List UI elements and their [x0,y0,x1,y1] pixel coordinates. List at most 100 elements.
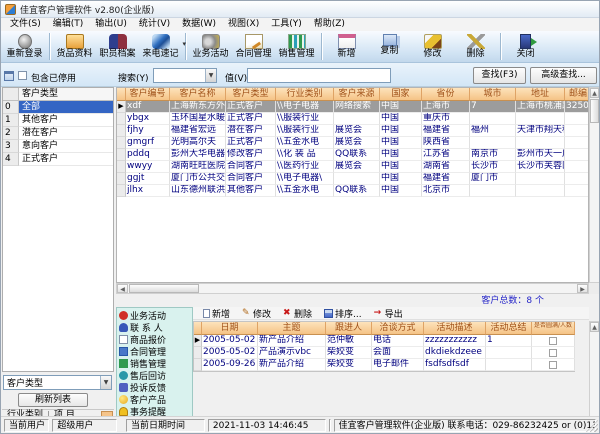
toolbar-button-call[interactable]: 来电速记▾ [139,32,182,62]
menu-item[interactable]: 帮助(Z) [308,18,351,31]
menu-item[interactable]: 数据(W) [176,18,222,31]
column-header[interactable]: 省份 [422,88,470,101]
toolbar-button-relogin[interactable]: 重新登录 [3,32,46,62]
column-header[interactable]: 活动总结 [486,322,532,335]
menu-item[interactable]: 统计(V) [133,18,176,31]
chevron-down-icon[interactable]: ▼ [100,376,111,389]
toolbar-button-sales[interactable]: 销售管理 [275,32,318,62]
sales-icon [288,34,306,49]
toolbar-button-activity[interactable]: 业务活动 [189,32,232,62]
activity-toolbar-button[interactable]: 删除 [283,307,312,320]
activity-table-vscrollbar[interactable]: ▲ [589,321,600,417]
table-row[interactable]: pddq彭州大华电器修改客户\\化 装 品QQ联系中国江苏省南京市彭州市天一广 [117,149,588,161]
scrollbar-track[interactable] [200,284,577,293]
toolbar-button-contract[interactable]: 合同管理 [232,32,275,62]
column-header[interactable]: 洽谈方式 [372,322,424,335]
table-cell: 2005-05-02 [202,347,258,359]
grid-view-icon[interactable] [4,71,14,81]
column-header[interactable]: 活动描述 [424,322,486,335]
menu-item[interactable]: 编辑(T) [47,18,90,31]
checkbox[interactable] [549,337,557,345]
table-row[interactable]: ▶2005-05-02新产品介绍范仲敏电话zzzzzzzzzzz1 [194,335,574,347]
scroll-left-icon[interactable]: ◀ [117,284,128,293]
nav-item[interactable]: 业务活动 [117,309,192,321]
scroll-up-icon[interactable]: ▲ [590,322,599,332]
column-header[interactable]: 国家 [380,88,422,101]
nav-item[interactable]: 商品报价 [117,333,192,345]
activity-toolbar-button[interactable]: 修改 [242,307,271,320]
customer-type-header[interactable]: 客户类型 [19,88,113,100]
customer-type-row[interactable]: 2潜在客户 [3,127,113,140]
table-row[interactable]: fjhy福建省宏远潜在客户\\服装行业展览会中国福建省福州天津市翔天科 [117,125,588,137]
toolbar-button-edit[interactable]: 修改 [411,32,454,62]
customer-type-row[interactable]: 1其他客户 [3,114,113,127]
column-header[interactable]: 是否圆满/人数 [532,322,575,335]
checkbox[interactable] [549,349,557,357]
customer-table-vscrollbar[interactable]: ▲ [589,87,600,283]
goods-icon [66,34,84,49]
checkbox[interactable] [549,361,557,369]
column-header[interactable]: 客户类型 [226,88,276,101]
table-row[interactable]: ybgx玉环国星水暖正式客户\\服装行业中国重庆市 [117,113,588,125]
column-header[interactable]: 邮编 [565,88,589,101]
toolbar-button-close[interactable]: 关闭 [504,32,547,62]
scroll-up-icon[interactable]: ▲ [590,88,599,98]
column-header[interactable]: 城市 [470,88,516,101]
table-row[interactable]: 2005-09-26新产品介绍柴姣变电子邮件fsdfsdfsdf [194,359,574,371]
customer-table-hscrollbar[interactable]: ◀ ▶ [116,283,589,294]
menu-item[interactable]: 文件(S) [4,18,47,31]
toolbar-button-goods[interactable]: 货品资料 [53,32,96,62]
activity-icon [202,34,220,49]
scrollbar-thumb[interactable] [129,284,199,293]
scrollbar-thumb[interactable] [590,99,599,123]
search-value-input[interactable] [247,68,391,83]
column-header[interactable]: 日期 [202,322,258,335]
toolbar-button-copy[interactable]: 复制 [368,32,411,62]
customer-type-row[interactable]: 3意向客户 [3,140,113,153]
include-disabled-checkbox[interactable] [18,71,27,80]
table-row[interactable]: ▶xdf上海新东方外正式客户\\电子电器网络搜索中国上海市7上海市桃浦路3250… [117,101,588,113]
find-button[interactable]: 查找(F3) [473,67,526,84]
toolbar-button-delete[interactable]: 删除 [454,32,497,62]
nav-item[interactable]: 销售管理 [117,357,192,369]
nav-item[interactable]: 售后回访 [117,369,192,381]
column-header[interactable]: 跟进人 [326,322,372,335]
column-header[interactable]: 客户来源 [334,88,380,101]
menu-item[interactable]: 工具(Y) [265,18,308,31]
customer-type-row[interactable]: 4正式客户 [3,153,113,166]
customer-type-row[interactable]: 0全部 [3,101,113,114]
search-field-select[interactable]: ▼ [153,68,217,83]
advanced-find-button[interactable]: 高级查找... [530,67,597,84]
toolbar-button-new[interactable]: 新增 [325,32,368,62]
table-row[interactable]: jlhx山东德州联洪其他客户\\五金水电QQ联系中国北京市 [117,185,588,197]
title-bar: 佳宜客户管理软件 v2.80(企业版) [1,1,599,18]
nav-item[interactable]: 客户产品 [117,393,192,405]
nav-item[interactable]: 合同管理 [117,345,192,357]
refresh-list-button[interactable]: 刷新列表 [18,393,88,407]
menu-item[interactable]: 输出(U) [89,18,133,31]
activity-toolbar-button[interactable]: 排序... [324,307,362,320]
table-row[interactable]: 2005-05-02产品演示vbc柴姣变会面dkdiekdzeee [194,347,574,359]
filter-type-select[interactable]: 客户类型 ▼ [3,375,112,390]
table-row[interactable]: ggjt厦门市公共交合同客户\\电子电器\中国福建省厦门市 [117,173,588,185]
activity-toolbar-button[interactable]: 导出 [374,307,403,320]
activity-toolbar-button[interactable]: 新增 [203,307,230,320]
column-header[interactable]: 主题 [258,322,326,335]
column-header[interactable]: 客户名称 [170,88,226,101]
column-header[interactable]: 客户编号 [126,88,170,101]
table-cell: \\电子电器\ [276,173,334,185]
toolbar-button-staff[interactable]: 职员档案 [96,32,139,62]
dropdown-arrow-icon[interactable]: ▾ [182,40,186,48]
nav-item[interactable]: 投诉反馈 [117,381,192,393]
close-icon [520,34,531,49]
contacts-icon [119,323,128,332]
scroll-right-icon[interactable]: ▶ [577,284,588,293]
chevron-down-icon[interactable]: ▼ [205,69,216,82]
button-label: 删除 [294,307,312,320]
column-header[interactable]: 地址 [516,88,565,101]
nav-item[interactable]: 联 系 人 [117,321,192,333]
column-header[interactable]: 行业类别 [276,88,334,101]
menu-item[interactable]: 视图(X) [222,18,265,31]
table-row[interactable]: gmgrf光明高尔夫正式客户\\五金水电展览会中国陕西省 [117,137,588,149]
table-row[interactable]: wwyy湖南旺旺医院合同客户\\医药行业展览会中国湖南省长沙市长沙市芙蓉区 [117,161,588,173]
